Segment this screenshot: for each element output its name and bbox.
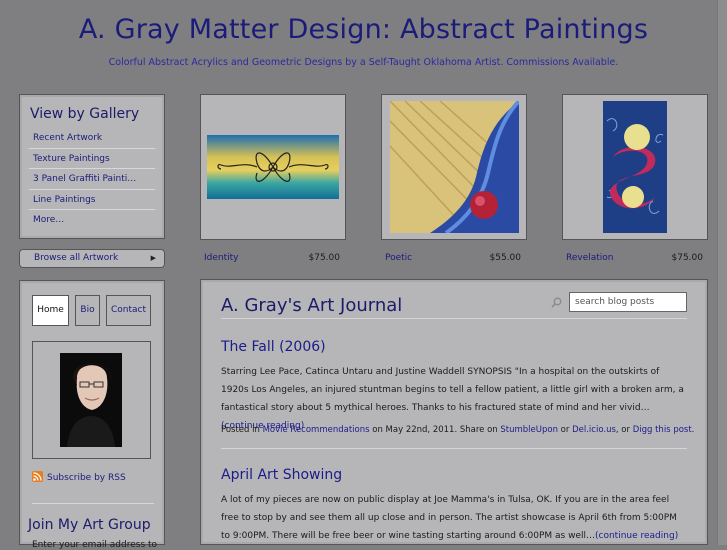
meta-or: or [557,425,573,435]
search-icon[interactable] [551,297,562,308]
site-tagline: Colorful Abstract Acrylics and Geometric… [108,57,619,68]
artwork-card-revelation[interactable] [562,94,708,240]
artwork-thumbnail-poetic[interactable] [390,101,519,233]
post-divider [221,448,687,449]
tab-home[interactable]: Home [32,295,69,326]
gallery-heading: View by Gallery [30,106,140,122]
category-link[interactable]: Movie Recommendations [263,425,370,435]
gallery-item-texture[interactable]: Texture Paintings [29,149,155,169]
share-digg-link[interactable]: Digg this post [633,425,692,435]
post-title[interactable]: The Fall (2006) [221,339,326,355]
play-arrow-icon: ▶ [150,254,156,262]
page-scrollbar[interactable] [717,0,727,545]
portrait-photo [60,353,122,447]
gallery-panel: View by Gallery Recent Artwork Texture P… [19,94,165,239]
artist-portrait [32,341,151,459]
share-stumbleupon-link[interactable]: StumbleUpon [500,425,558,435]
tab-contact[interactable]: Contact [106,295,151,326]
journal-divider [221,318,687,319]
continue-reading-link[interactable]: (continue reading) [595,531,678,541]
gallery-list: Recent Artwork Texture Paintings 3 Panel… [29,128,155,231]
artwork-thumbnail-identity[interactable] [207,135,339,199]
browse-all-button[interactable]: Browse all Artwork ▶ [19,249,165,268]
nav-divider [32,503,154,504]
search-input[interactable] [569,292,687,312]
journal-panel: A. Gray's Art Journal The Fall (2006) St… [200,279,708,545]
rss-label: Subscribe by RSS [47,473,126,483]
post-meta: Posted in Movie Recommendations on May 2… [221,425,694,435]
artwork-title-poetic[interactable]: Poetic [385,253,412,263]
artwork-price-poetic: $55.00 [489,253,522,263]
post-excerpt-text: Starring Lee Pace, Catinca Untaru and Ju… [221,367,684,413]
browse-all-label: Browse all Artwork [34,253,119,263]
group-heading: Join My Art Group [28,517,151,533]
tab-bio[interactable]: Bio [75,295,100,326]
meta-prefix: Posted in [221,425,263,435]
post-excerpt: A lot of my pieces are now on public dis… [221,491,687,545]
artwork-card-poetic[interactable] [381,94,527,240]
gallery-item-line[interactable]: Line Paintings [29,190,155,210]
artwork-title-identity[interactable]: Identity [204,253,239,263]
gallery-item-more[interactable]: More… [29,210,155,231]
meta-date: on May 22nd, 2011. Share on [369,425,501,435]
gallery-item-recent[interactable]: Recent Artwork [29,128,155,149]
artwork-price-identity: $75.00 [308,253,341,263]
post-title[interactable]: April Art Showing [221,467,342,483]
artwork-card-identity[interactable] [200,94,346,240]
gallery-item-graffiti[interactable]: 3 Panel Graffiti Painti… [29,169,155,190]
group-description: Enter your email address to [32,540,158,550]
rss-link[interactable]: Subscribe by RSS [32,471,126,483]
artwork-price-revelation: $75.00 [671,253,704,263]
site-title[interactable]: A. Gray Matter Design: Abstract Painting… [0,14,727,45]
rss-icon [32,471,43,482]
meta-end: . [691,425,695,435]
meta-or: , or [615,425,633,435]
artwork-thumbnail-revelation[interactable] [603,101,667,233]
nav-panel: Home Bio Contact Subscribe by RSS Join M… [19,280,165,550]
share-delicious-link[interactable]: Del.icio.us [572,425,616,435]
artwork-title-revelation[interactable]: Revelation [566,253,614,263]
journal-title: A. Gray's Art Journal [221,295,403,316]
